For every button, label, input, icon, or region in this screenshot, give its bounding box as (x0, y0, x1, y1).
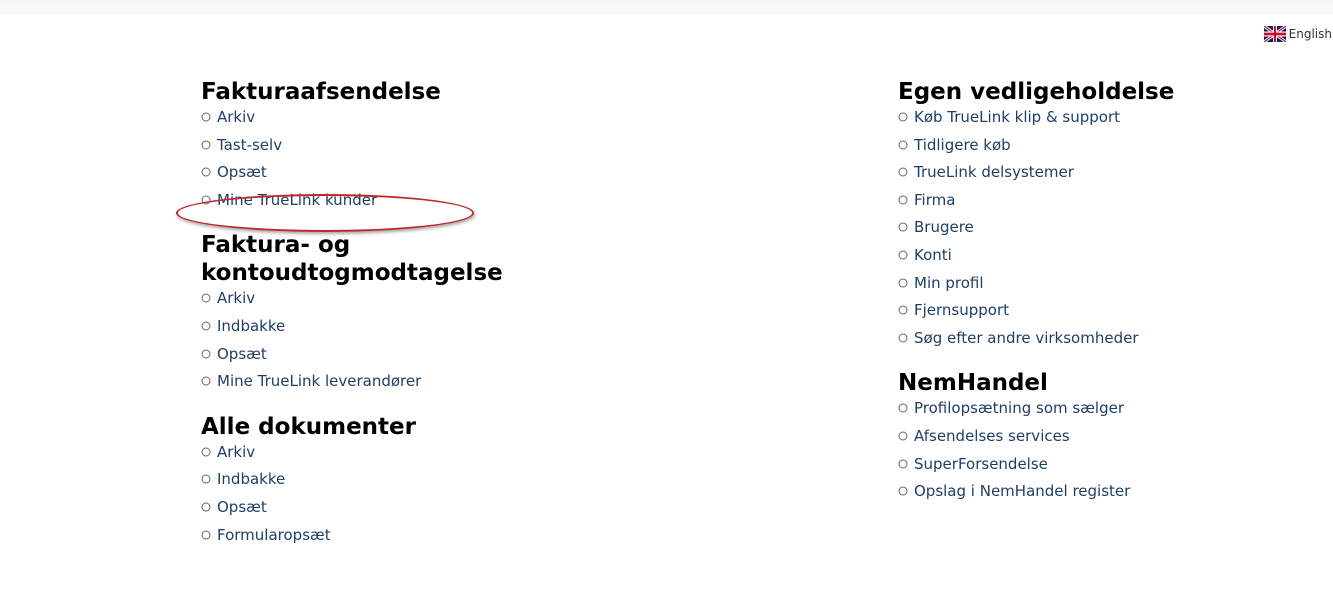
menu-item-mine-truelink-kunder[interactable]: Mine TrueLink kunder (201, 190, 621, 218)
right-column: Egen vedligeholdelse Køb TrueLink klip &… (898, 78, 1328, 523)
circle-outline-icon (201, 502, 211, 512)
menu-item-label[interactable]: Firma (914, 190, 955, 210)
menu-item-opsaet[interactable]: Opsæt (201, 344, 621, 372)
menu-item-label[interactable]: Opsæt (217, 344, 267, 364)
circle-outline-icon (898, 459, 908, 469)
menu-item-indbakke[interactable]: Indbakke (201, 469, 621, 497)
menu-item-tidligere-kob[interactable]: Tidligere køb (898, 135, 1328, 163)
circle-outline-icon (898, 167, 908, 177)
menu-item-arkiv[interactable]: Arkiv (201, 288, 621, 316)
link-list: Arkiv Indbakke Opsæt Mine TrueLink lever… (201, 288, 621, 398)
circle-outline-icon (201, 293, 211, 303)
circle-outline-icon (898, 112, 908, 122)
menu-item-mine-truelink-leverandorer[interactable]: Mine TrueLink leverandører (201, 371, 621, 399)
menu-item-label[interactable]: Afsendelses services (914, 426, 1070, 446)
menu-item-label[interactable]: Tidligere køb (914, 135, 1011, 155)
section-faktura-og-kontoudtogmodtagelse: Faktura- og kontoudtogmodtagelse Arkiv I… (201, 231, 621, 398)
menu-item-fjernsupport[interactable]: Fjernsupport (898, 300, 1328, 328)
circle-outline-icon (201, 530, 211, 540)
language-switch[interactable]: English (1263, 26, 1333, 42)
menu-item-label[interactable]: Konti (914, 245, 952, 265)
circle-outline-icon (898, 333, 908, 343)
circle-outline-icon (201, 321, 211, 331)
menu-item-arkiv[interactable]: Arkiv (201, 107, 621, 135)
menu-item-opsaet[interactable]: Opsæt (201, 497, 621, 525)
circle-outline-icon (201, 376, 211, 386)
menu-item-label[interactable]: Min profil (914, 273, 984, 293)
menu-item-label[interactable]: Indbakke (217, 316, 285, 336)
section-title: NemHandel (898, 370, 1048, 397)
circle-outline-icon (201, 349, 211, 359)
menu-item-label[interactable]: Køb TrueLink klip & support (914, 107, 1120, 127)
menu-item-formularopsaet[interactable]: Formularopsæt (201, 525, 621, 553)
menu-item-label[interactable]: Formularopsæt (217, 525, 331, 545)
menu-item-label[interactable]: Arkiv (217, 442, 255, 462)
menu-item-superforsendelse[interactable]: SuperForsendelse (898, 454, 1328, 482)
circle-outline-icon (898, 278, 908, 288)
menu-item-firma[interactable]: Firma (898, 190, 1328, 218)
circle-outline-icon (898, 195, 908, 205)
circle-outline-icon (201, 447, 211, 457)
top-bar (0, 0, 1333, 13)
menu-item-label[interactable]: Tast-selv (217, 135, 282, 155)
circle-outline-icon (201, 474, 211, 484)
menu-item-truelink-delsystemer[interactable]: TrueLink delsystemer (898, 162, 1328, 190)
menu-item-label[interactable]: Mine TrueLink kunder (217, 190, 377, 210)
section-egen-vedligeholdelse: Egen vedligeholdelse Køb TrueLink klip &… (898, 78, 1328, 355)
menu-item-label[interactable]: Fjernsupport (914, 300, 1009, 320)
link-list: Arkiv Tast-selv Opsæt Mine TrueLink kund… (201, 107, 621, 217)
link-list: Arkiv Indbakke Opsæt Formularopsæt (201, 442, 621, 552)
circle-outline-icon (898, 403, 908, 413)
menu-item-label[interactable]: TrueLink delsystemer (914, 162, 1074, 182)
menu-item-profilopsaetning[interactable]: Profilopsætning som sælger (898, 398, 1328, 426)
circle-outline-icon (898, 431, 908, 441)
section-fakturaafsendelse: Fakturaafsendelse Arkiv Tast-selv Opsæt … (201, 78, 621, 217)
section-title: Faktura- og kontoudtogmodtagelse (201, 232, 503, 287)
circle-outline-icon (201, 195, 211, 205)
menu-item-label[interactable]: Arkiv (217, 288, 255, 308)
link-list: Køb TrueLink klip & support Tidligere kø… (898, 107, 1328, 355)
circle-outline-icon (898, 140, 908, 150)
menu-item-indbakke[interactable]: Indbakke (201, 316, 621, 344)
menu-item-label[interactable]: Mine TrueLink leverandører (217, 371, 421, 391)
circle-outline-icon (898, 486, 908, 496)
section-title: Egen vedligeholdelse (898, 79, 1175, 105)
menu-item-label[interactable]: Arkiv (217, 107, 255, 127)
circle-outline-icon (898, 305, 908, 315)
language-label: English (1288, 27, 1332, 41)
section-title: Fakturaafsendelse (201, 79, 441, 105)
section-title: Alle dokumenter (201, 413, 416, 440)
section-alle-dokumenter: Alle dokumenter Arkiv Indbakke Opsæt For… (201, 413, 621, 552)
menu-item-tast-selv[interactable]: Tast-selv (201, 135, 621, 163)
menu-item-label[interactable]: Opsæt (217, 162, 267, 182)
menu-item-min-profil[interactable]: Min profil (898, 273, 1328, 301)
menu-item-opslag-nemhandel[interactable]: Opslag i NemHandel register (898, 481, 1328, 509)
uk-flag-icon (1263, 26, 1286, 42)
menu-item-label[interactable]: SuperForsendelse (914, 454, 1048, 474)
menu-item-afsendelses-services[interactable]: Afsendelses services (898, 426, 1328, 454)
circle-outline-icon (898, 222, 908, 232)
menu-item-kob-truelink-klip[interactable]: Køb TrueLink klip & support (898, 107, 1328, 135)
circle-outline-icon (201, 112, 211, 122)
menu-item-label[interactable]: Søg efter andre virksomheder (914, 328, 1139, 348)
circle-outline-icon (898, 250, 908, 260)
menu-item-sog-efter-virksomheder[interactable]: Søg efter andre virksomheder (898, 328, 1328, 356)
menu-item-konti[interactable]: Konti (898, 245, 1328, 273)
menu-item-label[interactable]: Indbakke (217, 469, 285, 489)
circle-outline-icon (201, 140, 211, 150)
menu-item-brugere[interactable]: Brugere (898, 217, 1328, 245)
left-column: Fakturaafsendelse Arkiv Tast-selv Opsæt … (201, 78, 621, 566)
circle-outline-icon (201, 167, 211, 177)
section-nemhandel: NemHandel Profilopsætning som sælger Afs… (898, 369, 1328, 508)
link-list: Profilopsætning som sælger Afsendelses s… (898, 398, 1328, 508)
menu-item-label[interactable]: Brugere (914, 217, 974, 237)
menu-item-arkiv[interactable]: Arkiv (201, 442, 621, 470)
menu-item-label[interactable]: Profilopsætning som sælger (914, 398, 1124, 418)
menu-item-opsaet[interactable]: Opsæt (201, 162, 621, 190)
menu-item-label[interactable]: Opslag i NemHandel register (914, 481, 1130, 501)
menu-item-label[interactable]: Opsæt (217, 497, 267, 517)
